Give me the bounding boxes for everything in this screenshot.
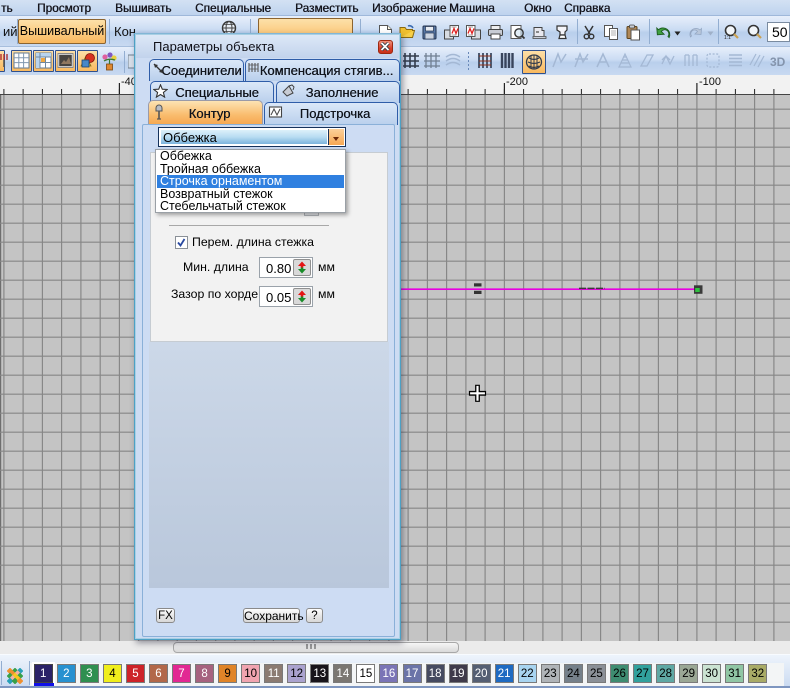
svg-text:1:1: 1:1 [724, 35, 731, 41]
